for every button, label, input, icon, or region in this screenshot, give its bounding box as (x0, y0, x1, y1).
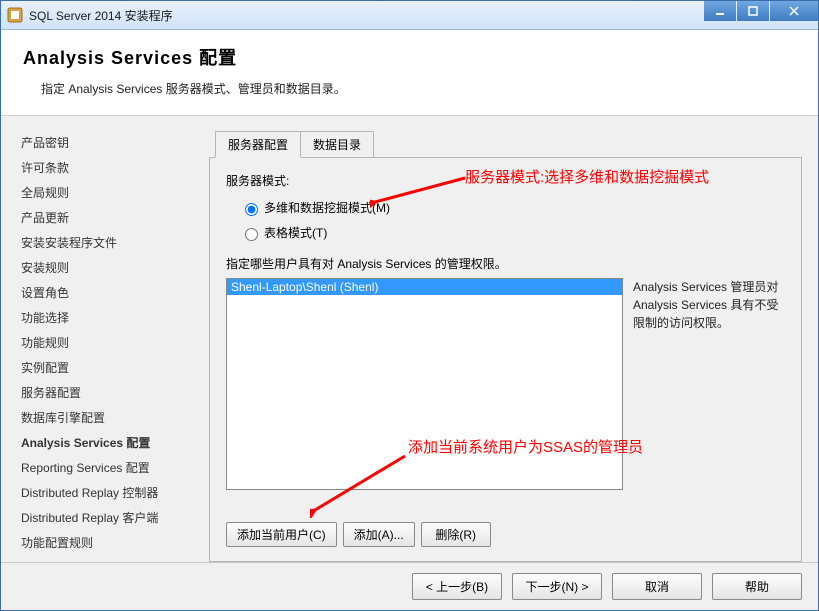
server-mode-label: 服务器模式: (226, 172, 785, 189)
permissions-label: 指定哪些用户具有对 Analysis Services 的管理权限。 (226, 255, 785, 272)
sidebar-item[interactable]: Distributed Replay 客户端 (21, 505, 205, 530)
sidebar-item[interactable]: Distributed Replay 控制器 (21, 480, 205, 505)
sidebar-item[interactable]: 实例配置 (21, 355, 205, 380)
window-controls (703, 1, 818, 21)
admin-user-entry[interactable]: Shenl-Laptop\Shenl (Shenl) (227, 279, 622, 295)
next-button[interactable]: 下一步(N) > (512, 573, 602, 600)
sidebar-item[interactable]: 功能规则 (21, 330, 205, 355)
content: 服务器配置数据目录 服务器模式: 多维和数据挖掘模式(M) 表格模式(T) 指定… (209, 116, 818, 562)
remove-user-button[interactable]: 删除(R) (421, 522, 491, 547)
tab[interactable]: 数据目录 (300, 131, 374, 158)
radio-tabular-label: 表格模式(T) (264, 224, 327, 241)
user-button-row: 添加当前用户(C) 添加(A)... 删除(R) (226, 522, 785, 547)
sidebar-item[interactable]: Analysis Services 配置 (21, 430, 205, 455)
sidebar-item[interactable]: 数据库引擎配置 (21, 405, 205, 430)
sidebar-item[interactable]: 全局规则 (21, 180, 205, 205)
sidebar: 产品密钥许可条款全局规则产品更新安装安装程序文件安装规则设置角色功能选择功能规则… (1, 116, 209, 562)
help-button[interactable]: 帮助 (712, 573, 802, 600)
admin-description: Analysis Services 管理员对 Analysis Services… (633, 278, 785, 514)
page-header: Analysis Services 配置 指定 Analysis Service… (1, 30, 818, 116)
maximize-button[interactable] (737, 1, 769, 21)
sidebar-item[interactable]: 产品密钥 (21, 130, 205, 155)
installer-window: SQL Server 2014 安装程序 Analysis Services 配… (0, 0, 819, 611)
sidebar-item[interactable]: 设置角色 (21, 280, 205, 305)
radio-multidim-label: 多维和数据挖掘模式(M) (264, 199, 390, 216)
radio-multidim-input[interactable] (245, 203, 258, 216)
panel-inner: 服务器模式: 多维和数据挖掘模式(M) 表格模式(T) 指定哪些用户具有对 An… (210, 158, 801, 561)
page-title: Analysis Services 配置 (23, 44, 796, 70)
config-panel: 服务器模式: 多维和数据挖掘模式(M) 表格模式(T) 指定哪些用户具有对 An… (209, 157, 802, 562)
title-bar: SQL Server 2014 安装程序 (1, 1, 818, 30)
sidebar-item[interactable]: Reporting Services 配置 (21, 455, 205, 480)
cancel-button[interactable]: 取消 (612, 573, 702, 600)
back-button[interactable]: < 上一步(B) (412, 573, 502, 600)
sidebar-item[interactable]: 许可条款 (21, 155, 205, 180)
page-subtitle: 指定 Analysis Services 服务器模式、管理员和数据目录。 (41, 80, 796, 97)
add-user-button[interactable]: 添加(A)... (343, 522, 415, 547)
tab-strip: 服务器配置数据目录 (215, 130, 808, 157)
sidebar-item[interactable]: 产品更新 (21, 205, 205, 230)
admin-row: Shenl-Laptop\Shenl (Shenl) Analysis Serv… (226, 278, 785, 514)
sidebar-item[interactable]: 安装安装程序文件 (21, 230, 205, 255)
sidebar-item[interactable]: 服务器配置 (21, 380, 205, 405)
tab[interactable]: 服务器配置 (215, 131, 301, 158)
radio-tabular[interactable]: 表格模式(T) (240, 224, 785, 241)
radio-multidim[interactable]: 多维和数据挖掘模式(M) (240, 199, 785, 216)
sidebar-item[interactable]: 功能选择 (21, 305, 205, 330)
body: 产品密钥许可条款全局规则产品更新安装安装程序文件安装规则设置角色功能选择功能规则… (1, 116, 818, 562)
app-icon (7, 7, 23, 23)
sidebar-item[interactable]: 功能配置规则 (21, 530, 205, 555)
admin-listbox[interactable]: Shenl-Laptop\Shenl (Shenl) (226, 278, 623, 490)
wizard-footer: < 上一步(B) 下一步(N) > 取消 帮助 (1, 562, 818, 610)
window-title: SQL Server 2014 安装程序 (29, 7, 703, 24)
add-current-user-button[interactable]: 添加当前用户(C) (226, 522, 337, 547)
radio-tabular-input[interactable] (245, 228, 258, 241)
close-button[interactable] (770, 1, 818, 21)
minimize-button[interactable] (704, 1, 736, 21)
sidebar-item[interactable]: 安装规则 (21, 255, 205, 280)
